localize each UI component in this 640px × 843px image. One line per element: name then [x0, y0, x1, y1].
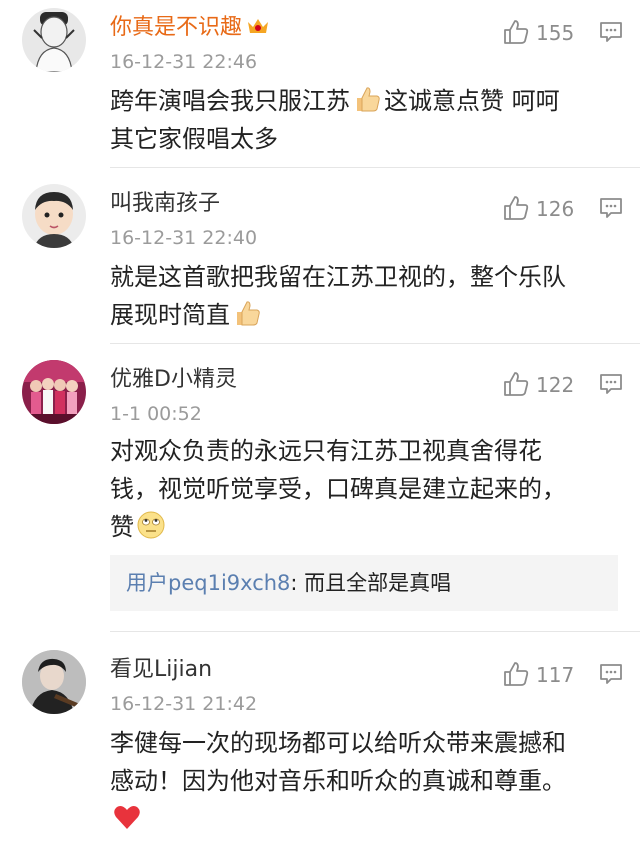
nested-reply[interactable]: 用户peq1i9xch8: 而且全部是真唱	[110, 555, 618, 611]
reply-username[interactable]: 用户peq1i9xch8	[126, 571, 290, 595]
comment-item-2: 叫我南孩子 16-12-31 22:40 126 就是这首歌把我留在江苏卫视的，…	[0, 168, 640, 344]
user-avatar[interactable]	[22, 650, 86, 714]
comment-item-4: 看见Lijian 16-12-31 21:42 117 李健每一次的现场都可以给…	[0, 632, 640, 832]
red-heart-icon	[112, 802, 142, 832]
comment-icon	[600, 198, 622, 218]
comment-icon	[600, 374, 622, 394]
user-avatar[interactable]	[22, 360, 86, 424]
thumbs-up-emoji-icon	[232, 298, 262, 328]
user-avatar[interactable]	[22, 8, 86, 72]
comment-time: 16-12-31 22:46	[110, 51, 258, 73]
reply-button[interactable]	[599, 372, 623, 400]
comment-time: 16-12-31 22:40	[110, 227, 258, 249]
reply-button[interactable]	[599, 20, 623, 48]
like-count: 117	[536, 663, 575, 687]
comment-body: 李健每一次的现场都可以给听众带来震撼和 感动！因为他对音乐和听众的真诚和尊重。	[110, 724, 610, 838]
comment-body: 跨年演唱会我只服江苏 这诚意点赞 呵呵 其它家假唱太多	[110, 82, 610, 158]
like-count: 155	[536, 21, 575, 45]
reply-button[interactable]	[599, 662, 623, 690]
thumbs-up-icon	[504, 20, 529, 44]
username[interactable]: 优雅D小精灵	[110, 366, 237, 394]
comment-time: 1-1 00:52	[110, 403, 202, 425]
reply-text: : 而且全部是真唱	[290, 571, 452, 595]
thumbs-up-icon	[504, 662, 529, 686]
comment-body: 就是这首歌把我留在江苏卫视的，整个乐队 展现时简直	[110, 263, 566, 329]
thumbs-up-emoji-icon	[352, 84, 382, 114]
comment-time: 16-12-31 21:42	[110, 693, 258, 715]
username[interactable]: 叫我南孩子	[110, 190, 220, 218]
user-avatar[interactable]	[22, 184, 86, 248]
comment-item-1: 你真是不识趣 16-12-31 22:46 155 跨年演唱会我只服江苏 这诚意点…	[0, 0, 640, 168]
thumbs-up-icon	[504, 372, 529, 396]
like-count: 126	[536, 197, 575, 221]
username[interactable]: 看见Lijian	[110, 656, 212, 684]
comment-icon	[600, 22, 622, 42]
username[interactable]: 你真是不识趣	[110, 14, 270, 42]
reply-button[interactable]	[599, 196, 623, 224]
comment-body: 对观众负责的永远只有江苏卫视真舍得花 钱，视觉听觉享受，口碑真是建立起来的， 赞	[110, 437, 566, 541]
like-count: 122	[536, 373, 575, 397]
comment-icon	[600, 664, 622, 684]
eye-roll-emoji-icon	[136, 510, 166, 540]
crown-vip-icon	[246, 16, 270, 36]
thumbs-up-icon	[504, 196, 529, 220]
